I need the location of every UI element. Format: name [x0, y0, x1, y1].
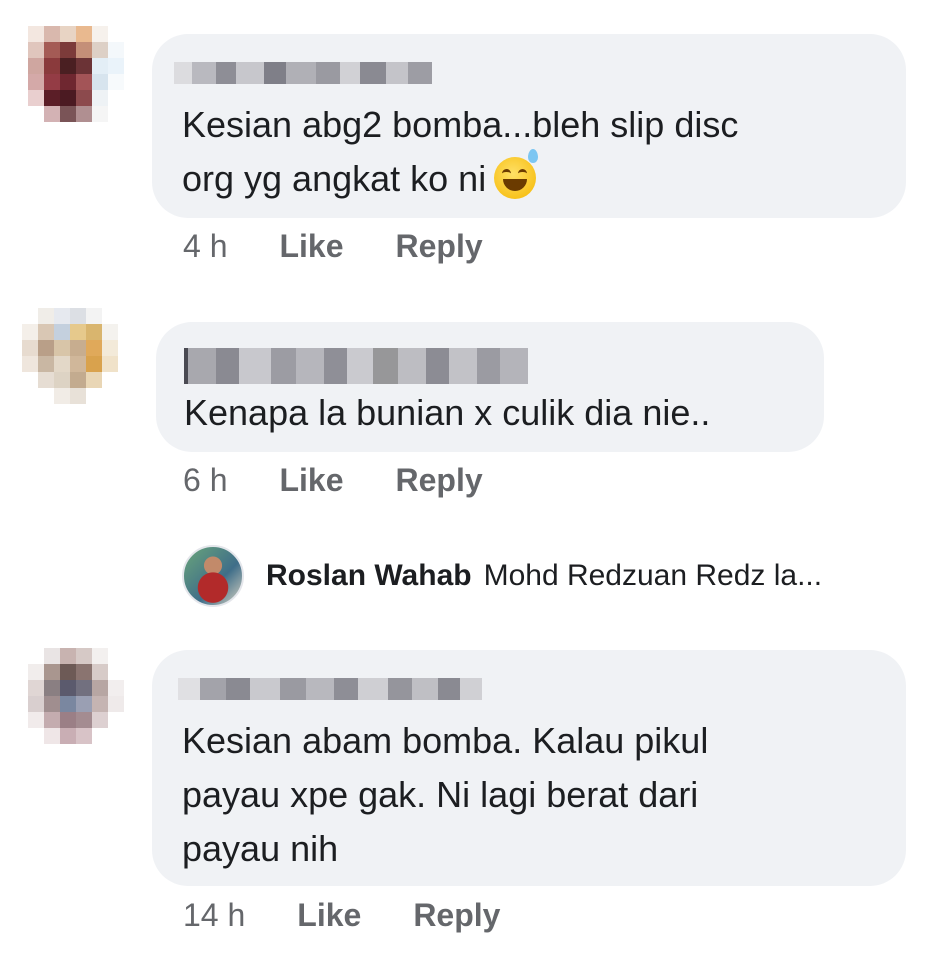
commenter-avatar-blurred[interactable]: [22, 308, 118, 404]
comment-actions: 6 h Like Reply: [183, 460, 483, 500]
reply-snippet[interactable]: Mohd Redzuan Redz la...: [484, 559, 823, 593]
comment-text: Kesian abam bomba. Kalau pikul payau xpe…: [182, 720, 709, 869]
like-button[interactable]: Like: [279, 462, 343, 499]
comment-bubble: Kesian abam bomba. Kalau pikul payau xpe…: [152, 650, 906, 886]
comment-timestamp[interactable]: 4 h: [183, 228, 227, 265]
reply-author-name[interactable]: Roslan Wahab: [266, 559, 472, 593]
commenter-name-blurred[interactable]: [178, 678, 482, 700]
commenter-name-blurred[interactable]: [184, 348, 529, 384]
commenter-avatar-blurred[interactable]: [28, 648, 124, 744]
comment-actions: 14 h Like Reply: [183, 895, 500, 935]
reply-author-avatar[interactable]: [182, 545, 244, 607]
comment-text: Kesian abg2 bomba...bleh slip disc org y…: [182, 104, 739, 199]
grinning-sweat-emoji-icon: [494, 149, 539, 199]
comment-text: Kenapa la bunian x culik dia nie..: [184, 392, 711, 433]
commenter-avatar-blurred[interactable]: [28, 26, 124, 122]
reply-preview[interactable]: Roslan Wahab Mohd Redzuan Redz la...: [182, 545, 822, 607]
reply-button[interactable]: Reply: [396, 462, 483, 499]
comment-timestamp[interactable]: 14 h: [183, 897, 245, 934]
comment-bubble: Kenapa la bunian x culik dia nie..: [156, 322, 824, 452]
comment-timestamp[interactable]: 6 h: [183, 462, 227, 499]
like-button[interactable]: Like: [297, 897, 361, 934]
comment-bubble: Kesian abg2 bomba...bleh slip disc org y…: [152, 34, 906, 218]
like-button[interactable]: Like: [279, 228, 343, 265]
comment-actions: 4 h Like Reply: [183, 226, 483, 266]
reply-button[interactable]: Reply: [396, 228, 483, 265]
commenter-name-blurred[interactable]: [174, 62, 432, 84]
reply-button[interactable]: Reply: [413, 897, 500, 934]
